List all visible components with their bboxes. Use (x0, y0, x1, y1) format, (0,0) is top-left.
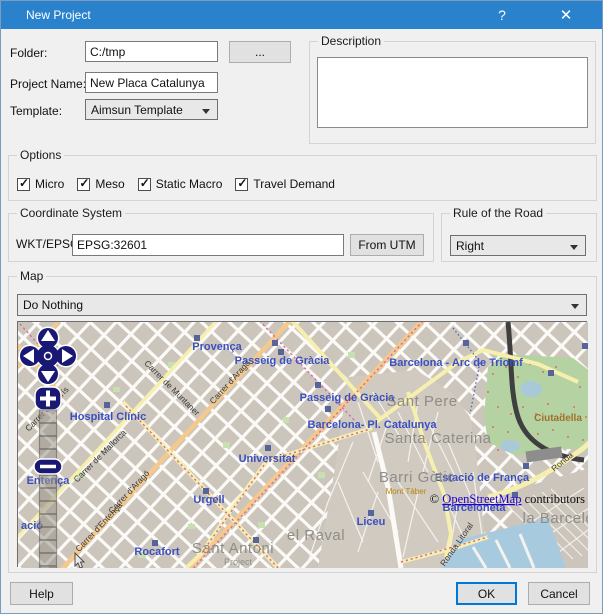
map-label: Rocafort (134, 546, 180, 558)
template-value: Aimsun Template (91, 102, 183, 117)
check-icon: ✓ (79, 175, 90, 190)
project-name-input[interactable] (85, 72, 218, 93)
rule-of-road-group-label: Rule of the Road (450, 206, 547, 220)
map-label: Hospital Clínic (70, 411, 146, 423)
map-label: la Barceloneta (523, 510, 588, 527)
browse-button[interactable]: ... (229, 41, 291, 63)
project-name-label: Project Name: (10, 77, 87, 91)
wkt-epsg-input[interactable] (72, 234, 344, 256)
description-group: Description (309, 34, 596, 144)
checkbox-meso[interactable]: ✓ Meso (77, 175, 125, 191)
close-icon[interactable]: ✕ (544, 1, 588, 29)
description-textarea[interactable] (317, 57, 588, 128)
map-label: Urgell (193, 494, 224, 506)
check-icon: ✓ (19, 175, 30, 190)
map-label: Sant Antoni (192, 540, 274, 557)
template-combobox[interactable]: Aimsun Template (85, 99, 218, 120)
template-label: Template: (10, 104, 63, 118)
map-label: Liceu (357, 516, 386, 528)
map-group-label: Map (17, 269, 47, 283)
checkbox-box[interactable]: ✓ (17, 175, 30, 191)
chevron-down-icon (571, 304, 579, 309)
zoom-slider-track[interactable] (38, 409, 58, 569)
map-label: Barri Gòtic (379, 469, 455, 486)
map-label: Project (224, 557, 253, 567)
description-group-label: Description (318, 34, 385, 48)
help-icon[interactable]: ? (480, 1, 524, 29)
options-group-label: Options (17, 148, 65, 162)
checkbox-box[interactable]: ✓ (235, 175, 249, 191)
window-title: New Project (26, 8, 91, 22)
openstreetmap-link[interactable]: OpenStreetMap (442, 492, 521, 506)
options-checkbox-row: ✓ Micro ✓ Meso ✓ Static Macro ✓ Travel D… (17, 175, 335, 191)
titlebar[interactable]: New Project ? ✕ (1, 1, 602, 29)
map-label: Ciutadella (534, 413, 582, 424)
zoom-in-button[interactable] (34, 386, 62, 411)
coordinate-system-group-label: Coordinate System (17, 206, 126, 220)
checkbox-travel-demand[interactable]: ✓ Travel Demand (235, 175, 335, 191)
zoom-slider-handle[interactable] (33, 458, 63, 475)
cancel-button[interactable]: Cancel (528, 582, 590, 605)
chevron-down-icon (570, 244, 578, 250)
map-label: Barcelona - Arc de Triomf (389, 357, 523, 369)
map-canvas[interactable]: Provença Passeig de Gràcia Barcelona - Arc… (1, 1, 602, 613)
checkbox-label: Static Macro (155, 177, 223, 191)
coordinate-system-group: Coordinate System WKT/EPSG: From UTM (8, 206, 434, 262)
checkbox-box[interactable]: ✓ (137, 175, 151, 191)
check-icon: ✓ (237, 175, 248, 190)
map-label: Provença (192, 341, 242, 353)
chevron-down-icon (202, 108, 210, 114)
checkbox-label: Micro (35, 177, 65, 191)
rule-of-road-group: Rule of the Road Right (441, 206, 597, 262)
help-button[interactable]: Help (10, 582, 73, 605)
from-utm-button[interactable]: From UTM (350, 234, 424, 256)
rule-of-road-combobox[interactable]: Right (450, 235, 586, 256)
map-label: el Raval (287, 527, 345, 544)
folder-input[interactable] (85, 41, 218, 62)
checkbox-label: Meso (95, 177, 125, 191)
checkbox-label: Travel Demand (253, 177, 335, 191)
openstreetmap-view[interactable]: Provença Passeig de Gràcia Barcelona - Arc… (1, 1, 602, 613)
osm-attribution: © OpenStreetMap contributors (430, 492, 585, 506)
checkbox-micro[interactable]: ✓ Micro (17, 175, 65, 191)
checkbox-box[interactable]: ✓ (77, 175, 91, 191)
checkbox-static-macro[interactable]: ✓ Static Macro (137, 175, 223, 191)
rule-of-road-value: Right (456, 238, 485, 253)
map-action-value: Do Nothing (23, 298, 84, 312)
map-action-combobox[interactable]: Do Nothing (17, 294, 587, 316)
map-label: Sant Pere (386, 393, 457, 410)
ok-button[interactable]: OK (456, 582, 517, 605)
map-label: Passeig de Gràcia (300, 392, 396, 404)
map-label: Mont Tàber (386, 487, 427, 496)
map-label: Universitat (239, 453, 296, 465)
map-label: Santa Caterina (384, 430, 491, 447)
check-icon: ✓ (139, 175, 150, 190)
new-project-dialog: New Project ? ✕ Folder: ... Project Name… (0, 0, 603, 614)
folder-label: Folder: (10, 46, 48, 60)
